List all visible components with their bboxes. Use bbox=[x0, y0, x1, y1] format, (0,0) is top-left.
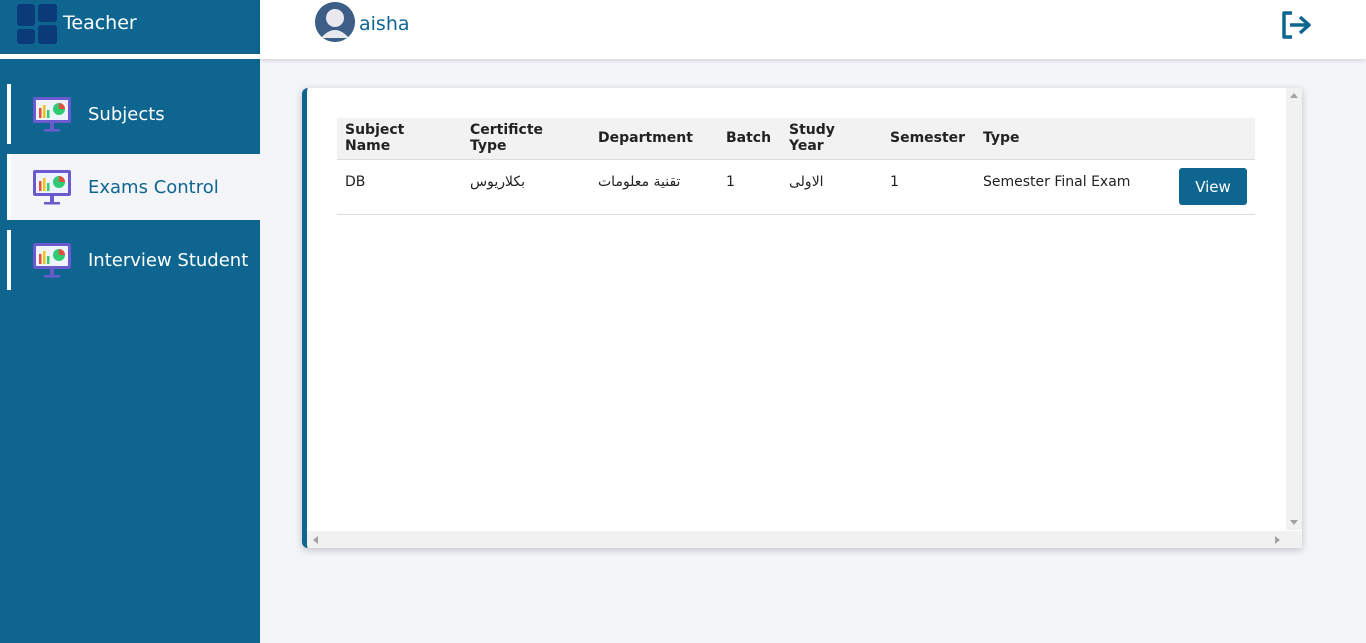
sidebar-item-label: Interview Student bbox=[88, 249, 249, 271]
cell-type: Semester Final Exam bbox=[975, 159, 1171, 215]
column-header: Semester bbox=[882, 118, 975, 160]
column-header: Batch bbox=[718, 118, 781, 160]
view-button[interactable]: View bbox=[1179, 168, 1247, 205]
user-avatar-icon[interactable] bbox=[315, 2, 355, 42]
cell-study-year: الاولى bbox=[781, 159, 882, 215]
cell-semester: 1 bbox=[882, 159, 975, 215]
logout-icon[interactable] bbox=[1280, 10, 1314, 40]
column-header: Department bbox=[590, 118, 718, 160]
sidebar-item-label: Subjects bbox=[88, 103, 165, 125]
sidebar: Teacher Subjects Exams Control Interview… bbox=[0, 0, 260, 643]
top-header: aisha bbox=[260, 0, 1366, 59]
presentation-chart-icon bbox=[33, 170, 71, 205]
cell-subject-name: DB bbox=[337, 159, 462, 215]
cell-batch: 1 bbox=[718, 159, 781, 215]
sidebar-item-subjects[interactable]: Subjects bbox=[7, 84, 260, 144]
scroll-right-icon[interactable] bbox=[1275, 536, 1280, 544]
column-header: Subject Name bbox=[337, 118, 462, 160]
sidebar-item-interview-student[interactable]: Interview Student bbox=[7, 230, 260, 290]
scroll-up-icon[interactable] bbox=[1290, 93, 1298, 98]
column-header: Study Year bbox=[781, 118, 882, 160]
column-header: Type bbox=[975, 118, 1171, 160]
brand-title: Teacher bbox=[63, 12, 137, 34]
column-header bbox=[1171, 118, 1255, 160]
table-row: DB بكلاريوس تقنية معلومات 1 الاولى 1 Sem… bbox=[337, 159, 1255, 215]
presentation-chart-icon bbox=[33, 243, 71, 278]
username[interactable]: aisha bbox=[359, 13, 410, 35]
dashboard-logo-icon bbox=[17, 4, 57, 44]
brand-divider bbox=[0, 54, 260, 59]
horizontal-scrollbar[interactable] bbox=[307, 531, 1302, 548]
column-header: Certificte Type bbox=[462, 118, 590, 160]
vertical-scrollbar[interactable] bbox=[1286, 88, 1302, 530]
scroll-left-icon[interactable] bbox=[313, 536, 318, 544]
sidebar-item-label: Exams Control bbox=[88, 176, 219, 198]
sidebar-item-exams-control[interactable]: Exams Control bbox=[7, 154, 260, 220]
scroll-down-icon[interactable] bbox=[1290, 520, 1298, 525]
table-header-row: Subject Name Certificte Type Department … bbox=[337, 118, 1255, 160]
cell-department: تقنية معلومات bbox=[590, 159, 718, 215]
cell-action: View bbox=[1171, 159, 1255, 215]
cell-certificate-type: بكلاريوس bbox=[462, 159, 590, 215]
brand: Teacher bbox=[0, 0, 260, 54]
exams-table: Subject Name Certificte Type Department … bbox=[337, 118, 1255, 215]
presentation-chart-icon bbox=[33, 97, 71, 132]
exams-card: Subject Name Certificte Type Department … bbox=[302, 88, 1302, 548]
